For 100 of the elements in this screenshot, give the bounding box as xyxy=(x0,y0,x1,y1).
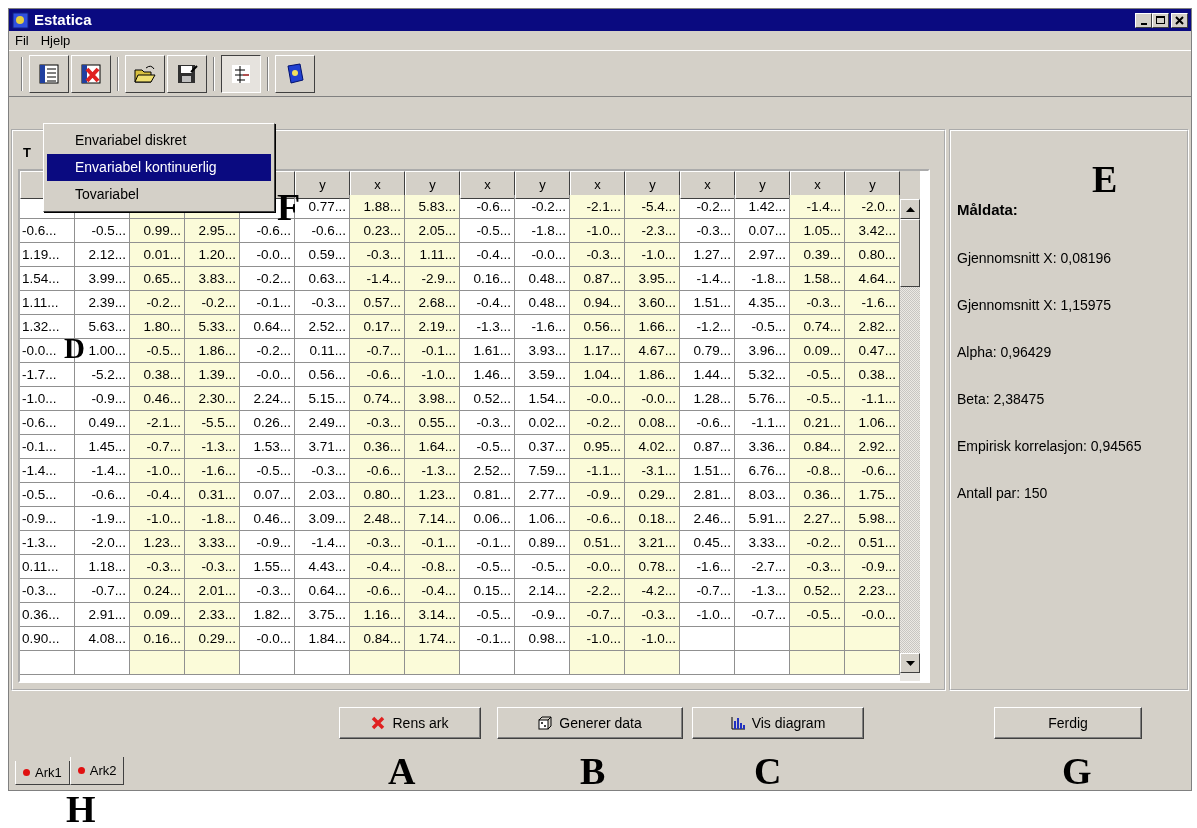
column-header[interactable]: y xyxy=(735,171,790,199)
status-dot-icon xyxy=(23,769,30,776)
table-cell: 0.65... xyxy=(130,267,185,291)
table-cell: -1.3... xyxy=(20,531,75,555)
table-cell: 0.99... xyxy=(130,219,185,243)
table-cell: -0.6... xyxy=(680,411,735,435)
table-cell: -1.1... xyxy=(570,459,625,483)
column-header[interactable]: x xyxy=(680,171,735,199)
table-cell: 0.74... xyxy=(350,387,405,411)
table-cell: 0.56... xyxy=(570,315,625,339)
table-cell: 1.75... xyxy=(845,483,900,507)
table-cell: -0.3... xyxy=(570,243,625,267)
sheet-tab[interactable]: Ark1 xyxy=(15,761,70,785)
sheet-tab[interactable]: Ark2 xyxy=(69,757,125,785)
action-button[interactable]: Vis diagram xyxy=(692,707,864,739)
table-cell: -0.5... xyxy=(460,219,515,243)
table-cell: -2.0... xyxy=(845,195,900,219)
table-cell: -0.2... xyxy=(240,267,295,291)
callout-letter: E xyxy=(1092,160,1118,198)
status-dot-icon xyxy=(77,767,85,774)
minimize-button[interactable] xyxy=(1135,12,1152,28)
table-icon xyxy=(37,61,61,86)
table-cell: -0.0... xyxy=(240,627,295,651)
table-cell: -1.8... xyxy=(185,507,240,531)
table-cell: 2.05... xyxy=(405,219,460,243)
result-text: Antall par: 150 xyxy=(957,483,1049,503)
scroll-thumb[interactable] xyxy=(900,219,920,287)
table-cell: -0.9... xyxy=(845,555,900,579)
table-cell: -0.7... xyxy=(130,435,185,459)
table-cell: -1.0... xyxy=(680,603,735,627)
table-cell: 0.36... xyxy=(350,435,405,459)
table-cell: 0.46... xyxy=(240,507,295,531)
menu-item[interactable]: Hjelp xyxy=(40,30,71,51)
table-cell: 0.57... xyxy=(350,291,405,315)
table-cell: -1.0... xyxy=(20,387,75,411)
table-cell: -0.3... xyxy=(790,291,845,315)
table-cell: 0.36... xyxy=(790,483,845,507)
table-cell: -0.4... xyxy=(405,579,460,603)
table-cell: 7.14... xyxy=(405,507,460,531)
column-header[interactable]: x xyxy=(460,171,515,199)
table-cell: 1.80... xyxy=(130,315,185,339)
table-cell: -0.1... xyxy=(460,627,515,651)
table-cell: -0.3... xyxy=(185,555,240,579)
table-cell: 0.18... xyxy=(625,507,680,531)
done-button[interactable]: Ferdig xyxy=(994,707,1142,739)
table-cell: 0.09... xyxy=(130,603,185,627)
close-icon xyxy=(1174,14,1185,26)
table-cell: -0.3... xyxy=(625,603,680,627)
column-header[interactable]: y xyxy=(515,171,570,199)
table-cell: 0.26... xyxy=(240,411,295,435)
action-button[interactable]: Rens ark xyxy=(339,707,481,739)
table-cell: -0.1... xyxy=(20,435,75,459)
table-cell: 4.64... xyxy=(845,267,900,291)
scroll-down-button[interactable] xyxy=(900,653,920,673)
callout-letter: B xyxy=(580,752,606,790)
table-cell: -0.5... xyxy=(790,363,845,387)
toolbar-button[interactable] xyxy=(221,54,261,93)
table-cell: 0.90... xyxy=(20,627,75,651)
table-cell: 0.16... xyxy=(130,627,185,651)
table-cell: -0.6... xyxy=(20,219,75,243)
menu-item[interactable]: Envariabel diskret xyxy=(47,127,271,154)
panel-tab-title[interactable]: T xyxy=(23,145,31,160)
table-cell: 0.17... xyxy=(350,315,405,339)
action-button[interactable]: Generer data xyxy=(497,707,683,739)
table-cell: -0.2... xyxy=(240,339,295,363)
table-cell: 0.95... xyxy=(570,435,625,459)
menu-item[interactable]: Tovariabel xyxy=(47,181,271,208)
table-cell: 1.28... xyxy=(680,387,735,411)
menu-item[interactable]: Fil xyxy=(15,30,29,51)
table-cell: -0.0... xyxy=(625,387,680,411)
callout-letter: A xyxy=(388,752,416,790)
maximize-button[interactable] xyxy=(1152,12,1169,28)
table-cell: -0.5... xyxy=(20,483,75,507)
table-cell: 0.87... xyxy=(570,267,625,291)
table-cell: -0.8... xyxy=(405,555,460,579)
down-arrow-icon xyxy=(905,660,915,666)
table-cell: -0.7... xyxy=(680,579,735,603)
table-cell: -0.6... xyxy=(350,579,405,603)
table-cell: -0.1... xyxy=(405,339,460,363)
table-cell: 0.31... xyxy=(185,483,240,507)
table-cell: 1.23... xyxy=(405,483,460,507)
close-button[interactable] xyxy=(1171,12,1188,28)
table-cell: 3.98... xyxy=(405,387,460,411)
table-cell: 0.29... xyxy=(185,627,240,651)
table-cell: 0.29... xyxy=(625,483,680,507)
table-cell: -2.2... xyxy=(570,579,625,603)
scroll-up-button[interactable] xyxy=(900,199,920,219)
result-text: Gjennomsnitt X: 0,08196 xyxy=(957,248,1113,268)
table-cell: 0.81... xyxy=(460,483,515,507)
table-cell: -5.4... xyxy=(625,195,680,219)
table-cell: 1.64... xyxy=(405,435,460,459)
table-cell: -1.0... xyxy=(625,627,680,651)
menu-item[interactable]: Envariabel kontinuerlig xyxy=(47,154,271,181)
table-cell: 0.84... xyxy=(790,435,845,459)
table-cell: 0.94... xyxy=(570,291,625,315)
table-cell: -0.9... xyxy=(240,531,295,555)
table-cell: 0.74... xyxy=(790,315,845,339)
table-cell: 0.23... xyxy=(350,219,405,243)
table-cell: -1.7... xyxy=(20,363,75,387)
callout-letter: C xyxy=(754,752,782,790)
